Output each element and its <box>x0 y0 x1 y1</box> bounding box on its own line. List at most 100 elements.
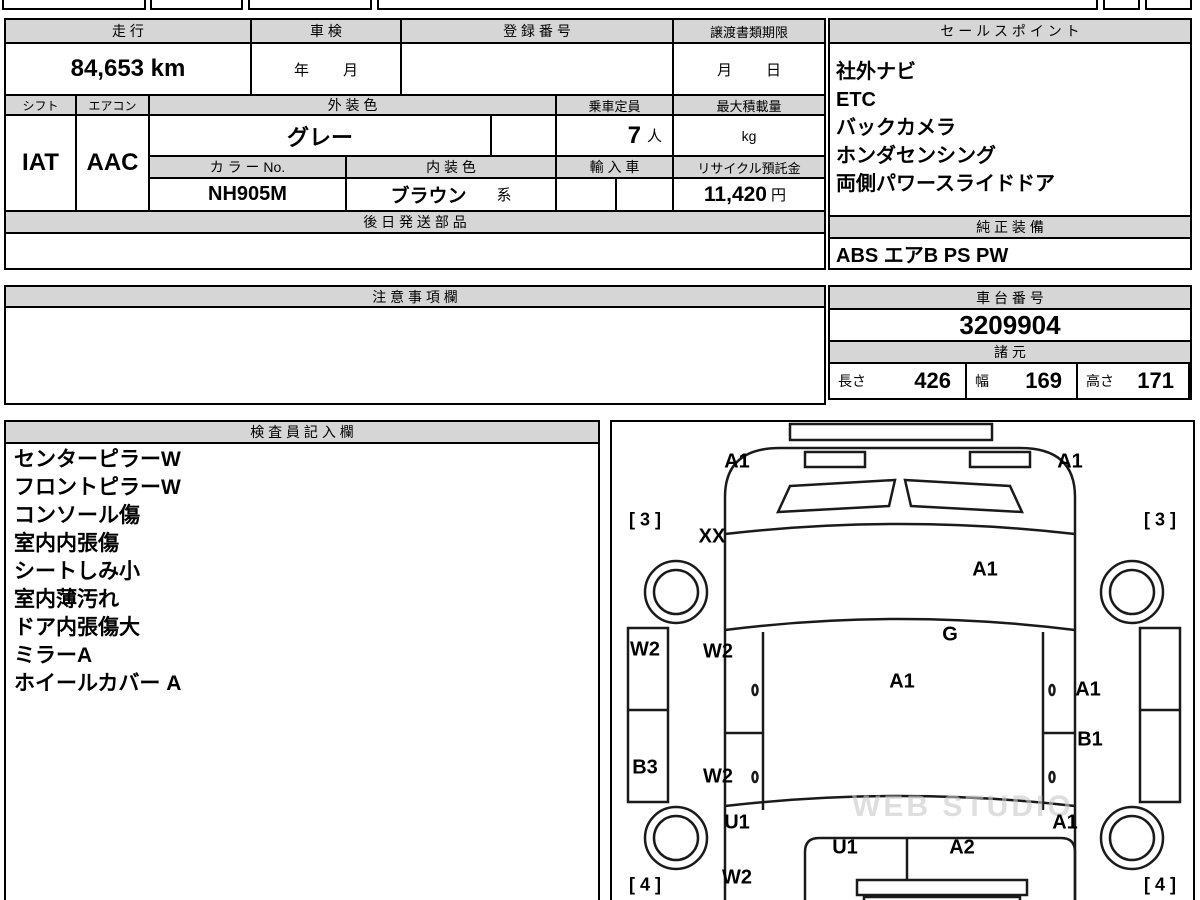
tire-grade-rear-right: [ 4 ] <box>1143 874 1177 895</box>
sales-point-item: 社外ナビ <box>836 61 916 83</box>
tire-grade-rear-left: [ 4 ] <box>628 874 662 895</box>
chassis-number-header: 車 台 番 号 <box>830 287 1190 308</box>
damage-mark: U1 <box>832 836 858 859</box>
capacity-unit: 人 <box>646 128 662 145</box>
damage-mark: W2 <box>703 640 733 663</box>
later-shipped-parts-value <box>6 234 824 268</box>
damage-diagram-canvas: WEB STUDIO A1 A1 [ 3 ] [ 3 ] XX A1 W2 W2… <box>612 422 1193 900</box>
damage-mark: A1 <box>889 670 915 693</box>
color-no-value: NH905M <box>150 179 345 210</box>
length-label: 長さ <box>838 373 866 389</box>
notes-header: 注 意 事 項 欄 <box>6 287 824 306</box>
sales-point-item: ETC <box>836 89 876 111</box>
notes-body <box>6 308 824 403</box>
inspection-header: 車 検 <box>252 20 400 42</box>
interior-color-header: 内 装 色 <box>347 157 555 177</box>
inspector-note-item: ドア内張傷大 <box>14 616 140 639</box>
sales-point-item: ホンダセンシング <box>836 145 996 167</box>
inspector-note-item: シートしみ小 <box>14 560 140 583</box>
capacity-number: 7 <box>627 121 641 149</box>
transfer-deadline-header: 譲渡書類期限 <box>674 20 824 42</box>
shift-value: IAT <box>6 116 75 210</box>
exterior-color-extra-cell <box>492 116 555 155</box>
inspector-note-item: コンソール傷 <box>14 504 140 527</box>
length-value: 426 <box>914 368 951 393</box>
inspector-notes-box: 検 査 員 記 入 欄 センターピラーW フロントピラーW コンソール傷 室内内… <box>4 420 600 900</box>
damage-mark: B1 <box>1077 728 1103 751</box>
damage-mark: B3 <box>632 756 658 779</box>
chassis-number-value: 3209904 <box>830 310 1190 340</box>
inspector-note-item: ホイールカバー A <box>14 672 182 695</box>
inspection-year-label: 年 <box>293 61 309 79</box>
inspector-note-item: ミラーA <box>14 644 93 667</box>
cutoff-row-cell <box>248 0 372 10</box>
damage-mark: U1 <box>724 811 750 834</box>
tire-grade-front-right: [ 3 ] <box>1143 509 1177 530</box>
height-label: 高さ <box>1086 373 1114 389</box>
cutoff-row-cell <box>1145 0 1192 10</box>
inspector-notes-list: センターピラーW フロントピラーW コンソール傷 室内内張傷 シートしみ小 室内… <box>6 444 598 900</box>
recycle-amount: 11,420 <box>703 182 767 206</box>
registration-number-value <box>402 44 672 94</box>
height-cell: 高さ 171 <box>1078 364 1188 398</box>
inspector-note-item: 室内薄汚れ <box>14 588 119 611</box>
damage-mark: A2 <box>949 836 975 859</box>
aircon-value: AAC <box>77 116 148 210</box>
interior-color-name: ブラウン <box>390 186 467 207</box>
damage-mark: XX <box>698 525 726 548</box>
recycle-deposit-header: リサイクル預託金 <box>674 157 824 177</box>
sales-points-box: セ ー ル ス ポ イ ン ト 社外ナビ ETC バックカメラ ホンダセンシング… <box>828 18 1192 270</box>
damage-mark: A1 <box>1075 678 1101 701</box>
vehicle-info-table: 走 行 車 検 登 録 番 号 譲渡書類期限 84,653 km 年 月 月 日… <box>4 18 826 270</box>
transfer-deadline-value: 月 日 <box>674 44 824 94</box>
damage-mark: G <box>942 623 958 646</box>
aircon-header: エアコン <box>77 96 148 114</box>
width-value: 169 <box>1025 368 1062 393</box>
cutoff-row-cell <box>377 0 1098 10</box>
inspection-month-label: 月 <box>343 61 359 79</box>
width-label: 幅 <box>975 373 989 389</box>
mileage-header: 走 行 <box>6 20 250 42</box>
registration-number-header: 登 録 番 号 <box>402 20 672 42</box>
auction-sheet: 走 行 車 検 登 録 番 号 譲渡書類期限 84,653 km 年 月 月 日… <box>0 0 1200 900</box>
max-load-value: kg <box>674 116 824 155</box>
damage-mark: A1 <box>1052 811 1078 834</box>
cutoff-row-cell <box>1103 0 1140 10</box>
inspection-value: 年 月 <box>252 44 400 94</box>
cutoff-row-cell <box>150 0 243 10</box>
chassis-specs-box: 車 台 番 号 3209904 諸 元 長さ 426 幅 169 高さ 171 <box>828 285 1192 400</box>
car-diagram-svg <box>626 422 1182 900</box>
height-value: 171 <box>1137 368 1174 393</box>
sales-point-item: バックカメラ <box>836 117 956 139</box>
recycle-deposit-value: 11,420 円 <box>674 179 824 210</box>
inspector-note-item: フロントピラーW <box>14 476 181 499</box>
damage-mark: W2 <box>703 765 733 788</box>
watermark: WEB STUDIO <box>852 790 1074 823</box>
shift-header: シフト <box>6 96 75 114</box>
sales-points-header: セ ー ル ス ポ イ ン ト <box>830 20 1190 42</box>
damage-mark: A1 <box>724 450 750 473</box>
max-load-header: 最大積載量 <box>674 96 824 114</box>
width-cell: 幅 169 <box>967 364 1076 398</box>
notes-box: 注 意 事 項 欄 <box>4 285 826 405</box>
mileage-value: 84,653 km <box>6 44 250 94</box>
capacity-header: 乗車定員 <box>557 96 672 114</box>
genuine-equipment-header: 純 正 装 備 <box>830 217 1190 237</box>
import-car-header: 輸 入 車 <box>557 157 672 177</box>
inspector-notes-header: 検 査 員 記 入 欄 <box>6 422 598 442</box>
inspector-note-item: センターピラーW <box>14 448 181 471</box>
interior-color-suffix: 系 <box>496 187 512 204</box>
damage-mark: A1 <box>1057 450 1083 473</box>
inspector-note-item: 室内内張傷 <box>14 532 119 555</box>
recycle-unit: 円 <box>770 187 786 204</box>
exterior-color-header: 外 装 色 <box>150 96 555 114</box>
later-shipped-parts-header: 後 日 発 送 部 品 <box>6 212 824 232</box>
genuine-equipment-value: ABS エアB PS PW <box>830 239 1190 268</box>
damage-diagram-box: WEB STUDIO A1 A1 [ 3 ] [ 3 ] XX A1 W2 W2… <box>610 420 1195 900</box>
sales-point-item: 両側パワースライドドア <box>836 173 1055 195</box>
damage-mark: W2 <box>722 866 752 889</box>
cutoff-row-cell <box>2 0 146 10</box>
tire-grade-front-left: [ 3 ] <box>628 509 662 530</box>
import-car-value <box>557 179 615 210</box>
interior-color-value: ブラウン 系 <box>347 179 555 210</box>
